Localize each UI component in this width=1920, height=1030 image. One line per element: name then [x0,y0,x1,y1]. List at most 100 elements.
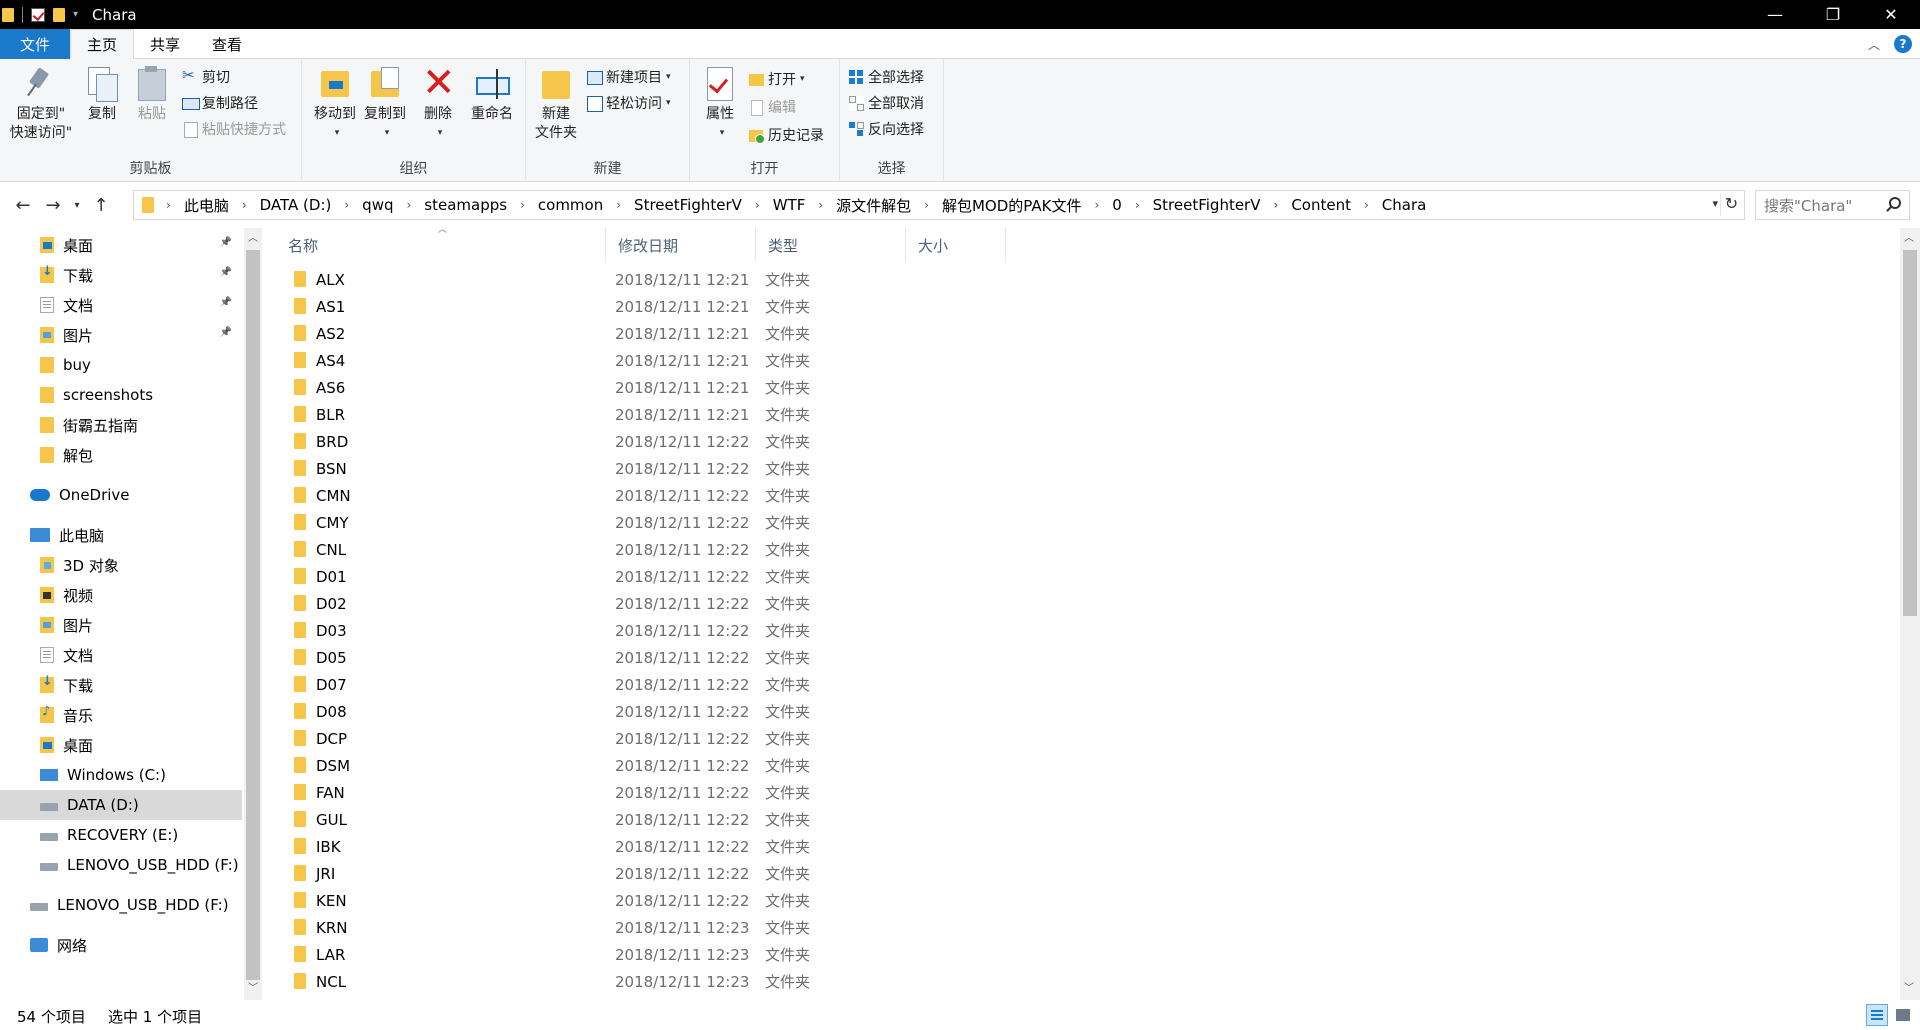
sidebar-item[interactable]: 图片 📌 [0,320,242,350]
minimize-button[interactable]: — [1746,0,1804,29]
table-row[interactable]: GUL 2018/12/11 12:22 文件夹 [276,806,1276,833]
breadcrumb-item[interactable]: StreetFighterV [634,196,742,214]
table-row[interactable]: CMN 2018/12/11 12:22 文件夹 [276,482,1276,509]
column-header-name[interactable]: ︿ 名称 [276,228,606,262]
table-row[interactable]: D08 2018/12/11 12:22 文件夹 [276,698,1276,725]
paste-shortcut-button[interactable]: 粘贴快捷方式 [182,117,286,141]
chevron-down-icon[interactable]: ▾ [1712,197,1718,210]
scrollbar-thumb[interactable] [1903,250,1917,616]
table-row[interactable]: DSM 2018/12/11 12:22 文件夹 [276,752,1276,779]
properties-button[interactable]: 属性 ▾ [700,65,740,143]
table-row[interactable]: CNL 2018/12/11 12:22 文件夹 [276,536,1276,563]
sidebar-item[interactable]: buy [0,350,242,380]
table-row[interactable]: KRN 2018/12/11 12:23 文件夹 [276,914,1276,941]
sidebar-item[interactable]: 音乐 [0,700,242,730]
breadcrumb-item[interactable]: Content [1291,196,1351,214]
sidebar-item[interactable]: 下载 [0,670,242,700]
back-arrow-icon[interactable]: ← [8,190,38,220]
table-row[interactable]: JRI 2018/12/11 12:22 文件夹 [276,860,1276,887]
tab-share[interactable]: 共享 [134,29,196,59]
navigation-pane-scrollbar[interactable]: ︿ ﹀ [244,228,262,1000]
breadcrumb-item[interactable]: 解包MOD的PAK文件 [942,195,1081,216]
delete-button[interactable]: ✕ 删除 ▾ [418,63,458,143]
breadcrumb-chevron-icon[interactable]: › [1364,198,1369,212]
table-row[interactable]: KEN 2018/12/11 12:22 文件夹 [276,887,1276,914]
sidebar-item[interactable]: LENOVO_USB_HDD (F:) [0,890,242,920]
sidebar-item[interactable]: RECOVERY (E:) [0,820,242,850]
new-folder-button[interactable]: 新建 文件夹 [532,65,580,143]
sidebar-item[interactable]: 桌面 [0,730,242,760]
rename-button[interactable]: 重命名 [466,65,518,124]
breadcrumb-item[interactable]: DATA (D:) [260,196,332,214]
new-item-button[interactable]: 新建项目 ▾ [586,65,671,89]
table-row[interactable]: D03 2018/12/11 12:22 文件夹 [276,617,1276,644]
select-all-button[interactable]: 全部选择 [848,65,924,89]
sidebar-item[interactable]: 网络 [0,930,242,960]
table-row[interactable]: D05 2018/12/11 12:22 文件夹 [276,644,1276,671]
help-icon[interactable]: ? [1894,35,1912,53]
scroll-down-icon[interactable]: ﹀ [244,980,262,998]
table-row[interactable]: DCP 2018/12/11 12:22 文件夹 [276,725,1276,752]
breadcrumb-chevron-icon[interactable]: › [1094,198,1099,212]
breadcrumb-chevron-icon[interactable]: › [406,198,411,212]
breadcrumb-item[interactable]: WTF [773,196,806,214]
up-arrow-icon[interactable]: ↑ [86,190,116,220]
details-view-icon[interactable] [1866,1004,1888,1026]
table-row[interactable]: D02 2018/12/11 12:22 文件夹 [276,590,1276,617]
breadcrumb-item[interactable]: qwq [362,196,393,214]
address-bar[interactable]: › 此电脑 › DATA (D:) › qwq › steamapps › common › Str… [133,190,1745,220]
breadcrumb-chevron-icon[interactable]: › [616,198,621,212]
chevron-up-icon[interactable]: ︿ [1868,36,1880,53]
breadcrumb-chevron-icon[interactable]: › [924,198,929,212]
cut-button[interactable]: 剪切 [182,65,230,89]
copy-path-button[interactable]: 复制路径 [182,91,258,115]
easy-access-button[interactable]: 轻松访问 ▾ [586,91,671,115]
maximize-button[interactable]: ❐ [1804,0,1862,29]
forward-arrow-icon[interactable]: → [38,190,68,220]
column-header-type[interactable]: 类型 [756,228,906,262]
table-row[interactable]: AS6 2018/12/11 12:21 文件夹 [276,374,1276,401]
large-icons-view-icon[interactable] [1892,1004,1914,1026]
pin-to-quick-access-button[interactable]: 固定到" 快速访问" [6,65,76,143]
edit-button[interactable]: 编辑 [748,95,796,119]
sidebar-item[interactable]: 文档 [0,640,242,670]
tab-file[interactable]: 文件 [0,29,70,59]
sidebar-item[interactable]: DATA (D:) [0,790,242,820]
scrollbar-thumb[interactable] [246,250,260,980]
table-row[interactable]: NCL 2018/12/11 12:23 文件夹 [276,968,1276,995]
table-row[interactable]: CMY 2018/12/11 12:22 文件夹 [276,509,1276,536]
breadcrumb-chevron-icon[interactable]: › [242,198,247,212]
scroll-up-icon[interactable]: ︿ [1900,230,1918,248]
history-button[interactable]: 历史记录 [748,123,824,147]
sidebar-item[interactable]: 视频 [0,580,242,610]
search-icon[interactable] [1889,197,1901,209]
new-folder-icon[interactable] [53,7,65,22]
sidebar-item[interactable]: 解包 [0,440,242,470]
refresh-icon[interactable]: ↻ [1720,194,1742,216]
sidebar-item[interactable]: 图片 [0,610,242,640]
breadcrumb-item[interactable]: common [538,196,603,214]
breadcrumb-chevron-icon[interactable]: › [1274,198,1279,212]
copy-button[interactable]: 复制 [82,65,122,124]
table-row[interactable]: FAN 2018/12/11 12:22 文件夹 [276,779,1276,806]
table-row[interactable]: D01 2018/12/11 12:22 文件夹 [276,563,1276,590]
recent-locations-chevron-icon[interactable]: ▾ [68,190,86,220]
breadcrumb-item[interactable]: steamapps [424,196,507,214]
scroll-down-icon[interactable]: ﹀ [1900,980,1918,998]
column-header-date[interactable]: 修改日期 [606,228,756,262]
sidebar-item[interactable]: 3D 对象 [0,550,242,580]
sidebar-item[interactable]: OneDrive [0,480,242,510]
breadcrumb-item[interactable]: 源文件解包 [836,195,911,216]
tab-view[interactable]: 查看 [196,29,258,59]
search-input[interactable]: 搜索"Chara" [1764,195,1852,216]
table-row[interactable]: LAR 2018/12/11 12:23 文件夹 [276,941,1276,968]
breadcrumb-item[interactable]: 此电脑 [184,195,229,216]
breadcrumb-chevron-icon[interactable]: › [166,198,171,212]
sidebar-item[interactable]: screenshots [0,380,242,410]
select-none-button[interactable]: 全部取消 [848,91,924,115]
sidebar-item[interactable]: 下载 📌 [0,260,242,290]
open-button[interactable]: 打开 ▾ [748,67,805,91]
paste-button[interactable]: 粘贴 [132,65,172,124]
breadcrumb-chevron-icon[interactable]: › [344,198,349,212]
tab-home[interactable]: 主页 [70,29,135,60]
